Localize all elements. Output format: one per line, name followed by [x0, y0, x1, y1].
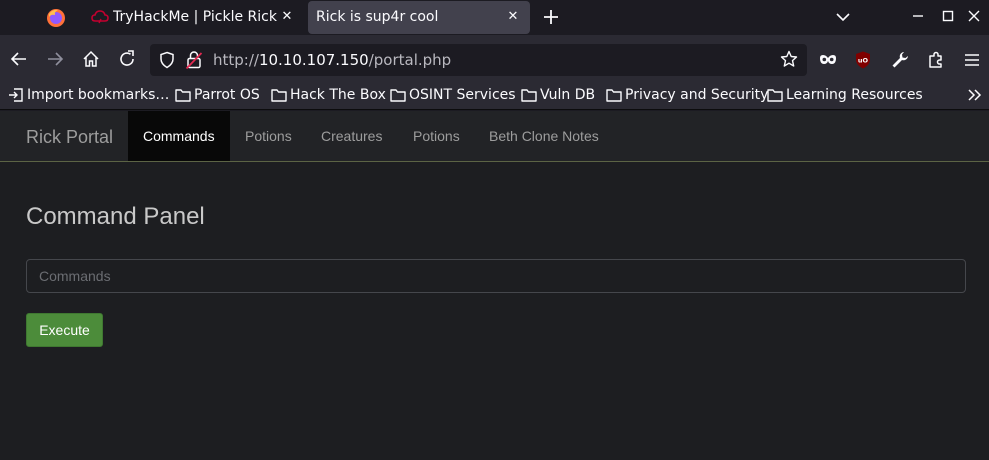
nav-commands[interactable]: Commands: [128, 111, 230, 161]
chevron-double-right-icon[interactable]: [966, 86, 984, 104]
bookmark-label: Learning Resources: [786, 87, 923, 103]
url-path: /portal.php: [368, 51, 452, 69]
bookmark-folder-hack-the-box[interactable]: Hack The Box: [271, 84, 386, 106]
bookmark-star-icon[interactable]: [780, 50, 798, 68]
site-navbar: Rick Portal Commands Potions Creatures P…: [0, 111, 989, 162]
bookmark-label: Import bookmarks…: [27, 87, 170, 103]
minimize-icon[interactable]: [910, 8, 926, 24]
close-tab-icon[interactable]: ✕: [504, 7, 522, 27]
site-brand[interactable]: Rick Portal: [26, 127, 113, 148]
bookmark-folder-osint-services[interactable]: OSINT Services: [390, 84, 516, 106]
folder-icon: [175, 89, 191, 102]
insecure-lock-icon[interactable]: [185, 50, 203, 70]
folder-icon: [271, 89, 287, 102]
thm-cloud-icon: [91, 10, 109, 24]
bookmark-folder-parrot-os[interactable]: Parrot OS: [175, 84, 260, 106]
bookmark-label: OSINT Services: [409, 87, 516, 103]
close-window-icon[interactable]: [966, 8, 982, 24]
private-mask-icon[interactable]: [818, 50, 838, 70]
tab-tryhackme[interactable]: TryHackMe | Pickle Rick ✕: [85, 1, 304, 34]
hamburger-menu-icon[interactable]: [962, 50, 982, 70]
page-title: Command Panel: [26, 203, 205, 230]
tracking-shield-icon[interactable]: [158, 51, 176, 69]
tab-title: TryHackMe | Pickle Rick: [113, 9, 277, 25]
bookmark-label: Privacy and Security: [625, 87, 769, 103]
nav-potions[interactable]: Potions: [230, 111, 307, 161]
wrench-icon[interactable]: [890, 50, 910, 70]
import-icon: [9, 88, 23, 102]
url-text[interactable]: http://10.10.107.150/portal.php: [213, 50, 451, 70]
page-content: Rick Portal Commands Potions Creatures P…: [0, 111, 989, 460]
maximize-icon[interactable]: [940, 8, 956, 24]
back-arrow-icon[interactable]: [9, 49, 29, 69]
url-host: 10.10.107.150: [258, 51, 369, 69]
nav-beth-clone-notes[interactable]: Beth Clone Notes: [474, 111, 614, 161]
forward-arrow-icon[interactable]: [45, 49, 65, 69]
execute-button[interactable]: Execute: [26, 313, 103, 347]
tab-strip: TryHackMe | Pickle Rick ✕ Rick is sup4r …: [0, 0, 989, 35]
new-tab-icon[interactable]: [540, 6, 562, 28]
nav-creatures[interactable]: Creatures: [306, 111, 397, 161]
bookmark-folder-vuln-db[interactable]: Vuln DB: [521, 84, 595, 106]
nav-potions-2[interactable]: Potions: [398, 111, 475, 161]
close-tab-icon[interactable]: ✕: [278, 7, 296, 27]
folder-icon: [767, 89, 783, 102]
extensions-puzzle-icon[interactable]: [926, 50, 946, 70]
bookmark-label: Hack The Box: [290, 87, 386, 103]
tab-title: Rick is sup4r cool: [316, 9, 439, 25]
firefox-icon[interactable]: [46, 8, 66, 28]
svg-text:uO: uO: [858, 57, 869, 65]
bookmarks-toolbar: Import bookmarks… Parrot OS Hack The Box…: [0, 82, 989, 110]
tab-rick-is-sup4r-cool[interactable]: Rick is sup4r cool ✕: [308, 1, 530, 34]
folder-icon: [521, 89, 537, 102]
bookmark-label: Vuln DB: [540, 87, 596, 103]
bookmark-folder-learning-resources[interactable]: Learning Resources: [767, 84, 923, 106]
url-scheme: http://: [213, 51, 259, 69]
chevron-down-icon[interactable]: [834, 8, 852, 26]
ublock-origin-icon[interactable]: uO: [853, 50, 873, 70]
bookmark-folder-privacy-and-security[interactable]: Privacy and Security: [606, 84, 768, 106]
folder-icon: [606, 89, 622, 102]
commands-input[interactable]: [26, 259, 966, 293]
bookmark-label: Parrot OS: [194, 87, 260, 103]
folder-icon: [390, 89, 406, 102]
reload-icon[interactable]: [117, 49, 137, 69]
bookmark-import[interactable]: Import bookmarks…: [8, 84, 169, 106]
home-icon[interactable]: [81, 49, 101, 69]
